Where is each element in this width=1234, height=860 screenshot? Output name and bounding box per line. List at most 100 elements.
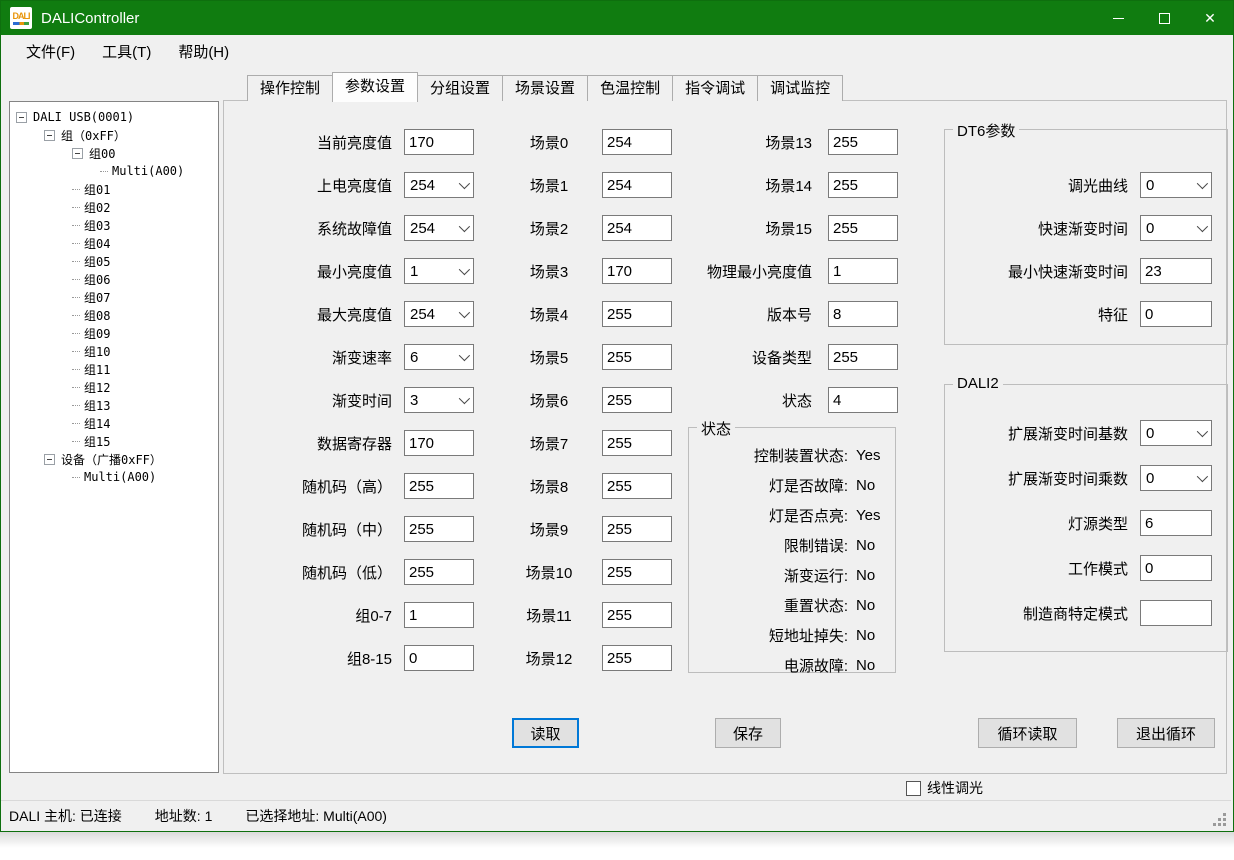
chevron-down-icon xyxy=(459,264,470,275)
field-input[interactable] xyxy=(404,602,474,628)
collapse-icon[interactable] xyxy=(72,148,83,159)
tree-item[interactable]: 组04 xyxy=(10,234,218,252)
save-button[interactable]: 保存 xyxy=(715,718,781,748)
read-button[interactable]: 读取 xyxy=(512,718,579,748)
tree-item[interactable]: 组10 xyxy=(10,342,218,360)
tree-item[interactable]: 组15 xyxy=(10,432,218,450)
tab-operation-control[interactable]: 操作控制 xyxy=(247,75,333,101)
field-label: 物理最小亮度值 xyxy=(654,261,812,282)
tree-item[interactable]: Multi(A00) xyxy=(10,468,218,486)
field-input[interactable] xyxy=(1140,555,1212,581)
loop-read-button[interactable]: 循环读取 xyxy=(978,718,1077,748)
field-combo[interactable]: 3 xyxy=(404,387,474,413)
field-input[interactable] xyxy=(404,516,474,542)
field-label: 最大亮度值 xyxy=(224,304,392,325)
menu-item-2[interactable]: 帮助(H) xyxy=(178,41,229,62)
tree-item[interactable]: 组02 xyxy=(10,198,218,216)
tree-item[interactable]: 组03 xyxy=(10,216,218,234)
collapse-icon[interactable] xyxy=(16,112,27,123)
field-row: 组8-15 xyxy=(224,645,474,671)
field-input[interactable] xyxy=(602,516,672,542)
field-input[interactable] xyxy=(828,387,898,413)
tree-item[interactable]: 组14 xyxy=(10,414,218,432)
field-input[interactable] xyxy=(828,344,898,370)
field-combo[interactable]: 0 xyxy=(1140,172,1212,198)
field-combo[interactable]: 254 xyxy=(404,172,474,198)
field-input[interactable] xyxy=(828,258,898,284)
field-label: 场景15 xyxy=(654,218,812,239)
field-input[interactable] xyxy=(1140,510,1212,536)
status-label: 渐变运行: xyxy=(689,565,848,586)
tree-item[interactable]: 组01 xyxy=(10,180,218,198)
field-input[interactable] xyxy=(602,430,672,456)
tree-item[interactable]: 设备（广播0xFF） xyxy=(10,450,218,468)
tree-item[interactable]: 组08 xyxy=(10,306,218,324)
field-input[interactable] xyxy=(1140,600,1212,626)
tab-debug-monitor[interactable]: 调试监控 xyxy=(757,75,843,101)
exit-loop-button[interactable]: 退出循环 xyxy=(1117,718,1215,748)
minimize-button[interactable] xyxy=(1095,1,1141,35)
field-label: 场景0 xyxy=(504,132,594,153)
field-input[interactable] xyxy=(404,559,474,585)
field-input[interactable] xyxy=(1140,301,1212,327)
field-input[interactable] xyxy=(828,301,898,327)
tab-command-debug[interactable]: 指令调试 xyxy=(672,75,758,101)
tab-grouping-settings[interactable]: 分组设置 xyxy=(417,75,503,101)
menubar: 文件(F) 工具(T) 帮助(H) xyxy=(1,35,1233,67)
tree-item[interactable]: 组07 xyxy=(10,288,218,306)
tree-item[interactable]: 组11 xyxy=(10,360,218,378)
tree-item-label: 组00 xyxy=(89,145,115,162)
field-row: 场景0 xyxy=(504,129,672,155)
field-combo[interactable]: 254 xyxy=(404,301,474,327)
tree-item-label: 组04 xyxy=(84,235,110,252)
field-input[interactable] xyxy=(602,559,672,585)
combo-value: 0 xyxy=(1146,177,1154,194)
field-combo[interactable]: 1 xyxy=(404,258,474,284)
field-combo[interactable]: 254 xyxy=(404,215,474,241)
field-combo[interactable]: 0 xyxy=(1140,420,1212,446)
chevron-down-icon xyxy=(459,307,470,318)
tree-item[interactable]: 组（0xFF） xyxy=(10,126,218,144)
field-label: 当前亮度值 xyxy=(224,132,392,153)
field-combo[interactable]: 0 xyxy=(1140,465,1212,491)
tree-item-label: 组11 xyxy=(84,361,110,378)
tree-item[interactable]: 组00 xyxy=(10,144,218,162)
field-input[interactable] xyxy=(404,645,474,671)
tab-scene-settings[interactable]: 场景设置 xyxy=(502,75,588,101)
field-input[interactable] xyxy=(602,473,672,499)
field-label: 快速渐变时间 xyxy=(945,218,1128,239)
maximize-button[interactable] xyxy=(1141,1,1187,35)
menu-item-1[interactable]: 工具(T) xyxy=(102,41,151,62)
field-combo[interactable]: 6 xyxy=(404,344,474,370)
menu-item-0[interactable]: 文件(F) xyxy=(26,41,75,62)
tree-item[interactable]: 组12 xyxy=(10,378,218,396)
tree-item[interactable]: DALI USB(0001) xyxy=(10,108,218,126)
field-input[interactable] xyxy=(828,129,898,155)
collapse-icon[interactable] xyxy=(44,454,55,465)
tree-item[interactable]: 组13 xyxy=(10,396,218,414)
field-input[interactable] xyxy=(404,129,474,155)
field-input[interactable] xyxy=(1140,258,1212,284)
tree-item[interactable]: 组05 xyxy=(10,252,218,270)
field-input[interactable] xyxy=(828,172,898,198)
status-label: 重置状态: xyxy=(689,595,848,616)
linear-dimming-checkbox[interactable]: 线性调光 xyxy=(906,778,983,798)
field-row: 当前亮度值 xyxy=(224,129,474,155)
tree-item[interactable]: Multi(A00) xyxy=(10,162,218,180)
field-input[interactable] xyxy=(828,215,898,241)
tree-item[interactable]: 组09 xyxy=(10,324,218,342)
collapse-icon[interactable] xyxy=(44,130,55,141)
close-button[interactable]: ✕ xyxy=(1187,1,1233,35)
field-input[interactable] xyxy=(404,430,474,456)
field-combo[interactable]: 0 xyxy=(1140,215,1212,241)
checkbox-icon[interactable] xyxy=(906,781,921,796)
field-input[interactable] xyxy=(404,473,474,499)
resize-grip-icon[interactable] xyxy=(1213,813,1227,827)
field-row: 场景14 xyxy=(654,172,898,198)
app-icon-bar xyxy=(13,22,29,25)
tree-item[interactable]: 组06 xyxy=(10,270,218,288)
tab-color-temp-control[interactable]: 色温控制 xyxy=(587,75,673,101)
tab-parameter-settings[interactable]: 参数设置 xyxy=(332,72,418,102)
field-input[interactable] xyxy=(602,602,672,628)
field-input[interactable] xyxy=(602,645,672,671)
